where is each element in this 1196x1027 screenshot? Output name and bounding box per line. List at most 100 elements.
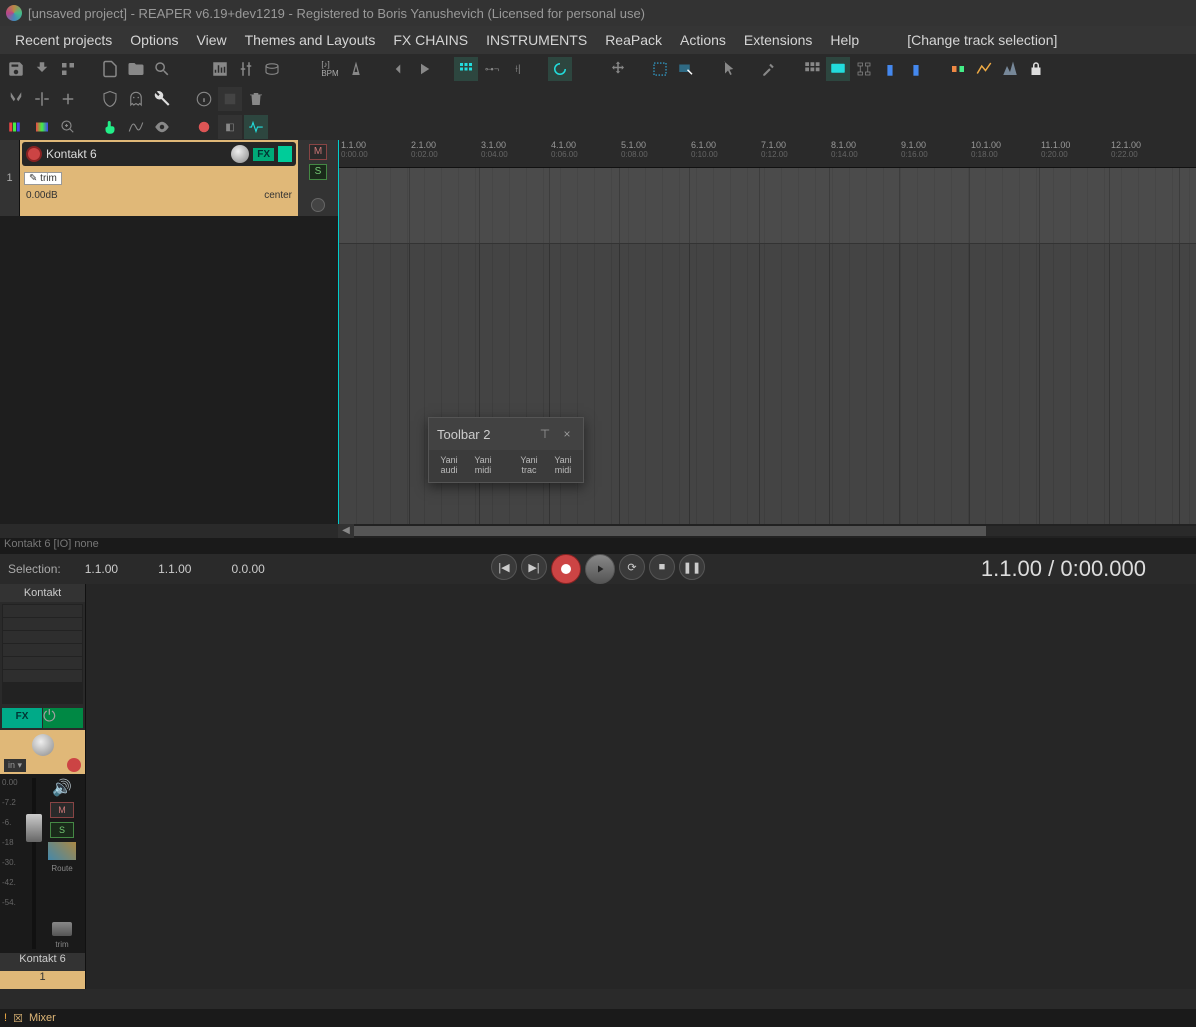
trash-icon[interactable] bbox=[244, 87, 268, 111]
midi-editor-icon[interactable] bbox=[208, 57, 232, 81]
mixer-icon[interactable] bbox=[234, 57, 258, 81]
touch-icon[interactable] bbox=[98, 115, 122, 139]
pin-icon[interactable]: ⊤ bbox=[537, 427, 553, 441]
ftb-item-3[interactable]: Yanitrac bbox=[513, 456, 545, 476]
fader-cap[interactable] bbox=[26, 814, 42, 842]
track-fx-button[interactable]: FX bbox=[253, 148, 274, 161]
prev-icon[interactable] bbox=[386, 57, 410, 81]
save-as-icon[interactable] bbox=[30, 57, 54, 81]
item-color-icon[interactable] bbox=[946, 57, 970, 81]
dim-icon[interactable] bbox=[218, 87, 242, 111]
menu-actions[interactable]: Actions bbox=[671, 28, 735, 52]
mixer-fx-power[interactable]: ⏻ bbox=[43, 708, 83, 728]
open-project-icon[interactable] bbox=[124, 57, 148, 81]
snap-opt1-icon[interactable]: ⊶¬ bbox=[480, 57, 504, 81]
menu-themes[interactable]: Themes and Layouts bbox=[236, 28, 385, 52]
track-color2-icon[interactable]: ▮ bbox=[904, 57, 928, 81]
track-number[interactable]: 1 bbox=[0, 140, 20, 216]
ripple-icon[interactable] bbox=[548, 57, 572, 81]
hscroll-track[interactable] bbox=[354, 526, 1196, 536]
stop-button[interactable]: ■ bbox=[649, 554, 675, 580]
warning-icon[interactable]: ! bbox=[4, 1012, 7, 1024]
goto-start-button[interactable]: |◀ bbox=[491, 554, 517, 580]
menu-help[interactable]: Help bbox=[821, 28, 868, 52]
mixer-width[interactable] bbox=[52, 922, 72, 936]
marquee-icon[interactable] bbox=[648, 57, 672, 81]
close-icon[interactable]: × bbox=[559, 427, 575, 441]
move-icon[interactable] bbox=[606, 57, 630, 81]
lock-icon[interactable] bbox=[1024, 57, 1048, 81]
trim-button[interactable]: ✎ trim bbox=[24, 172, 62, 185]
track-color1-icon[interactable]: ▮ bbox=[878, 57, 902, 81]
route-button[interactable] bbox=[48, 842, 76, 860]
metronome-icon[interactable] bbox=[344, 57, 368, 81]
menu-reapack[interactable]: ReaPack bbox=[596, 28, 671, 52]
hammer-icon[interactable] bbox=[758, 57, 782, 81]
goto-end-button[interactable]: ▶| bbox=[521, 554, 547, 580]
peaks-icon[interactable] bbox=[998, 57, 1022, 81]
grid-icon[interactable] bbox=[454, 57, 478, 81]
shield-icon[interactable] bbox=[98, 87, 122, 111]
selection-length[interactable]: 0.0.00 bbox=[231, 562, 264, 576]
mixer-track-name-top[interactable]: Kontakt bbox=[0, 584, 85, 602]
add-icon[interactable] bbox=[56, 87, 80, 111]
save-icon[interactable] bbox=[4, 57, 28, 81]
pause-button[interactable]: ❚❚ bbox=[679, 554, 705, 580]
mixer-input-button[interactable]: in ▾ bbox=[4, 759, 26, 772]
track-volume-readout[interactable]: 0.00dB bbox=[26, 190, 58, 201]
track-fx-bypass[interactable] bbox=[278, 146, 292, 162]
menu-instruments[interactable]: INSTRUMENTS bbox=[477, 28, 596, 52]
cut-tool-icon[interactable] bbox=[4, 87, 28, 111]
track-pan-readout[interactable]: center bbox=[264, 190, 292, 201]
mixer-tab-checkbox[interactable]: ☒ bbox=[13, 1012, 23, 1025]
hscroll-left-icon[interactable]: ◀ bbox=[338, 524, 354, 538]
mixer-strip[interactable]: Kontakt FX ⏻ in ▾ 0.00-7.2-6. -18-30.-42… bbox=[0, 584, 86, 989]
repeat-button[interactable]: ⟳ bbox=[619, 554, 645, 580]
selection-start[interactable]: 1.1.00 bbox=[85, 562, 118, 576]
eye-icon[interactable] bbox=[150, 115, 174, 139]
mixer-solo[interactable]: S bbox=[50, 822, 74, 838]
mixer-mute[interactable]: M bbox=[50, 802, 74, 818]
ftb-item-2[interactable]: Yanimidi bbox=[467, 456, 499, 476]
floating-toolbar[interactable]: Toolbar 2 ⊤ × Yaniaudi Yanimidi Yanitrac… bbox=[428, 417, 584, 483]
track-name[interactable]: Kontakt 6 bbox=[46, 147, 227, 161]
wrench-icon[interactable] bbox=[150, 87, 174, 111]
bpm-icon[interactable]: [♪]BPM bbox=[318, 57, 342, 81]
automation-icon[interactable] bbox=[124, 115, 148, 139]
mixer-recarm[interactable] bbox=[67, 758, 81, 772]
grid-view-icon[interactable] bbox=[800, 57, 824, 81]
mono-icon[interactable]: ◧ bbox=[218, 115, 242, 139]
gradient-icon[interactable] bbox=[30, 115, 54, 139]
track-vol-knob[interactable] bbox=[231, 145, 249, 163]
mixer-inserts[interactable] bbox=[2, 604, 83, 704]
hscroll-thumb[interactable] bbox=[354, 526, 986, 536]
color-palette-icon[interactable] bbox=[4, 115, 28, 139]
monitor-icon[interactable] bbox=[826, 57, 850, 81]
menu-change-track-sel[interactable]: [Change track selection] bbox=[898, 28, 1066, 52]
track-lane[interactable] bbox=[339, 168, 1196, 244]
time-display[interactable]: 1.1.00 / 0:00.000 bbox=[981, 556, 1146, 582]
search-icon[interactable] bbox=[150, 57, 174, 81]
zoom-icon[interactable] bbox=[56, 115, 80, 139]
mixer-pan-knob[interactable] bbox=[32, 734, 54, 756]
track-row[interactable]: 1 Kontakt 6 FX ✎ trim 0.00dB center bbox=[0, 140, 338, 216]
drum-icon[interactable] bbox=[260, 57, 284, 81]
play-tb-icon[interactable] bbox=[412, 57, 436, 81]
record-tb-icon[interactable] bbox=[192, 115, 216, 139]
snap-opt2-icon[interactable]: ⟊| bbox=[506, 57, 530, 81]
menu-extensions[interactable]: Extensions bbox=[735, 28, 821, 52]
track-env-button[interactable] bbox=[311, 198, 325, 212]
info-icon[interactable] bbox=[192, 87, 216, 111]
mixer-tab-label[interactable]: Mixer bbox=[29, 1012, 56, 1024]
menu-options[interactable]: Options bbox=[121, 28, 187, 52]
speaker-icon[interactable]: 🔊 bbox=[52, 778, 72, 798]
mixer-track-name-bottom[interactable]: Kontakt 6 bbox=[0, 953, 85, 971]
mixer-fx-button[interactable]: FX bbox=[2, 708, 42, 728]
mixer-track-number[interactable]: 1 bbox=[0, 971, 85, 989]
pointer-icon[interactable] bbox=[716, 57, 740, 81]
split-icon[interactable] bbox=[30, 87, 54, 111]
ftb-item-4[interactable]: Yanimidi bbox=[547, 456, 579, 476]
ftb-item-1[interactable]: Yaniaudi bbox=[433, 456, 465, 476]
wave-edit-icon[interactable] bbox=[244, 115, 268, 139]
record-button[interactable] bbox=[551, 554, 581, 584]
